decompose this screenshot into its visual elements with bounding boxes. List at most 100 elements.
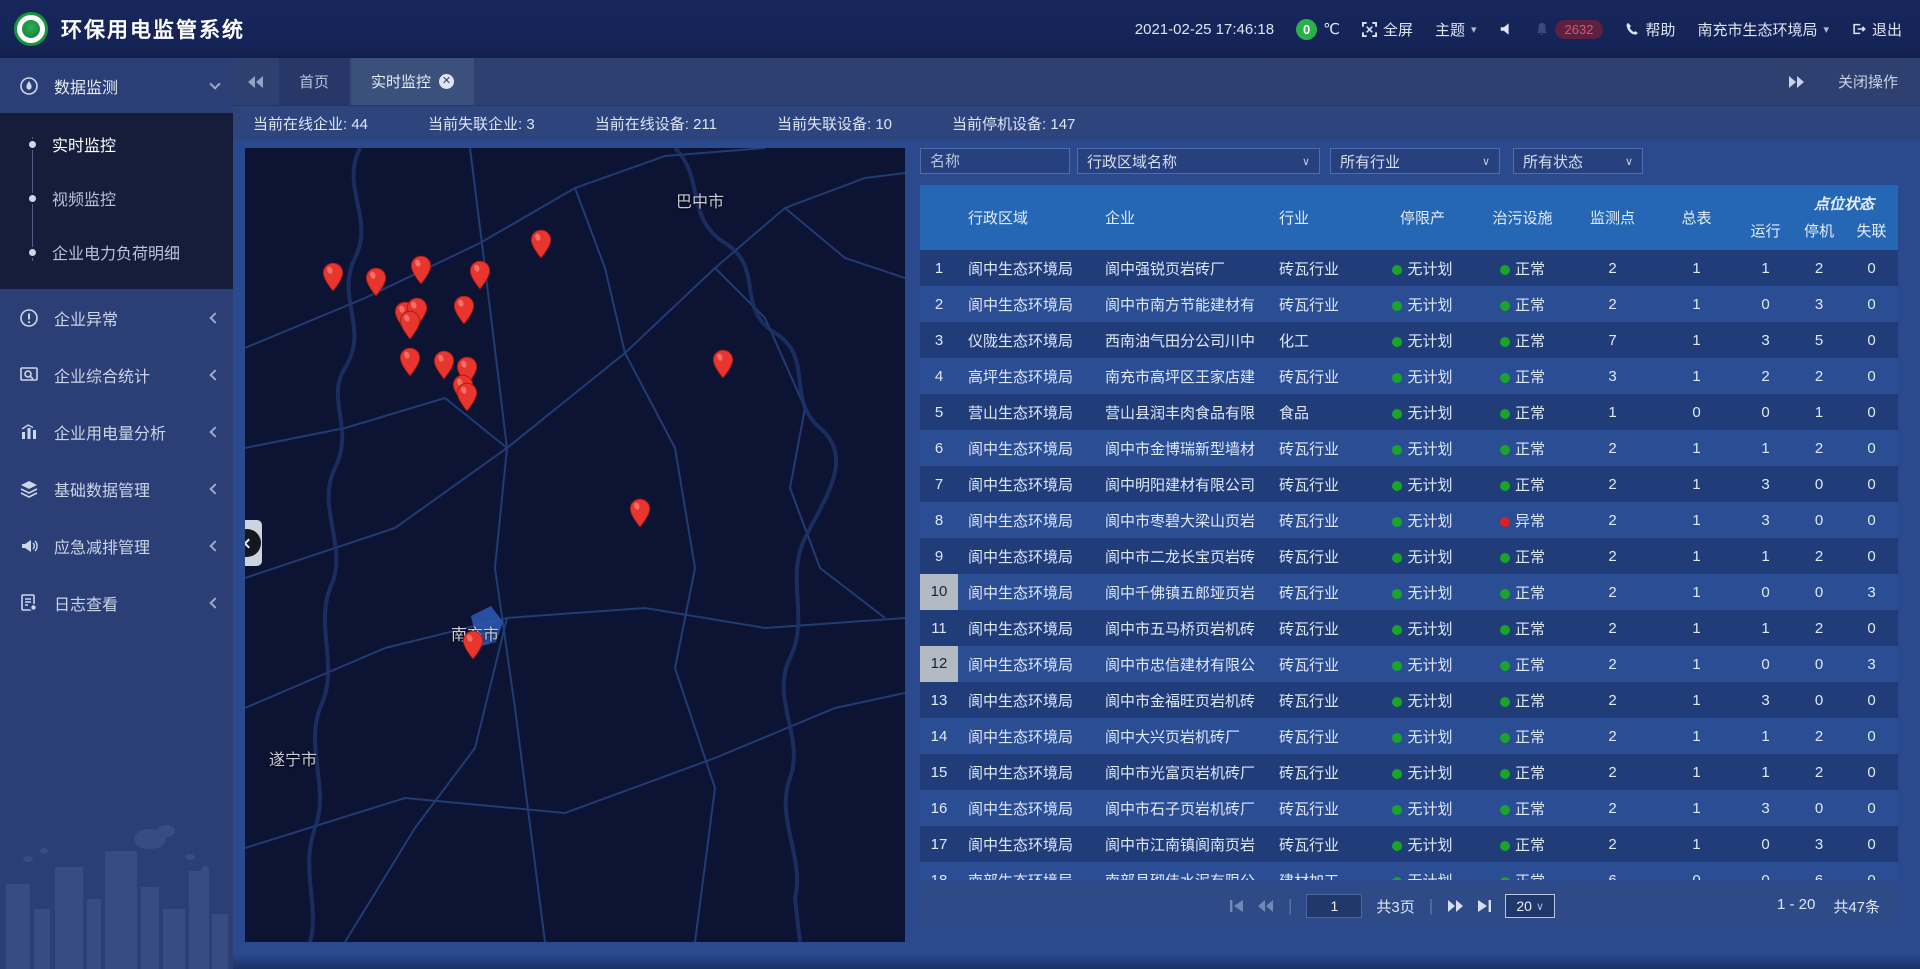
sound-mute-button[interactable] xyxy=(1499,22,1513,36)
tabs-scroll-right-button[interactable] xyxy=(1788,76,1804,88)
stop-production-cell: 无计划 xyxy=(1370,618,1475,639)
disconnected-count-cell: 0 xyxy=(1845,332,1898,349)
status-dot-green xyxy=(1392,697,1402,707)
table-row[interactable]: 13阆中生态环境局阆中市金福旺页岩机砖砖瓦行业无计划正常21300 xyxy=(920,682,1898,718)
status-dot-green xyxy=(1392,805,1402,815)
page-number-input[interactable] xyxy=(1306,894,1362,918)
sidebar-item-enterprise-statistics[interactable]: 企业综合统计 xyxy=(0,346,233,403)
table-row[interactable]: 3仪陇生态环境局西南油气田分公司川中化工无计划正常71350 xyxy=(920,322,1898,358)
map-pin[interactable] xyxy=(322,262,344,292)
org-dropdown[interactable]: 南充市生态环境局▾ xyxy=(1697,19,1829,40)
stop-production-cell: 无计划 xyxy=(1370,474,1475,495)
table-row[interactable]: 14阆中生态环境局阆中大兴页岩机砖厂砖瓦行业无计划正常21120 xyxy=(920,718,1898,754)
sidebar-subitem-realtime-monitoring[interactable]: 实时监控 xyxy=(0,117,233,171)
col-running: 运行 xyxy=(1738,220,1793,241)
industry-cell: 砖瓦行业 xyxy=(1275,618,1370,639)
help-button[interactable]: 帮助 xyxy=(1625,19,1675,40)
tab-home[interactable]: 首页 xyxy=(279,58,349,105)
table-row[interactable]: 16阆中生态环境局阆中市石子页岩机砖厂砖瓦行业无计划正常21300 xyxy=(920,790,1898,826)
table-row[interactable]: 15阆中生态环境局阆中市光富页岩机砖厂砖瓦行业无计划正常21120 xyxy=(920,754,1898,790)
map-pin[interactable] xyxy=(469,260,491,290)
pollution-facility-cell: 正常 xyxy=(1475,474,1570,495)
first-page-button[interactable] xyxy=(1230,900,1244,912)
map-pin[interactable] xyxy=(365,267,387,297)
table-row[interactable]: 10阆中生态环境局阆中千佛镇五郎垭页岩砖瓦行业无计划正常21003 xyxy=(920,574,1898,610)
stopped-count-cell: 0 xyxy=(1793,656,1845,673)
map-collapse-handle[interactable] xyxy=(245,520,262,566)
last-page-button[interactable] xyxy=(1477,900,1491,912)
next-page-button[interactable] xyxy=(1447,900,1463,912)
pollution-facility-cell: 正常 xyxy=(1475,546,1570,567)
close-icon[interactable]: ✕ xyxy=(439,74,454,89)
row-number-cell: 15 xyxy=(920,764,958,781)
map-pin[interactable] xyxy=(629,498,651,528)
sidebar-subitem-power-load-detail[interactable]: 企业电力负荷明细 xyxy=(0,225,233,279)
map-pin[interactable] xyxy=(399,310,421,340)
close-operations-button[interactable]: 关闭操作 xyxy=(1838,71,1898,92)
sidebar-item-emergency-reduction[interactable]: 应急减排管理 xyxy=(0,517,233,574)
sidebar-subitem-video-monitoring[interactable]: 视频监控 xyxy=(0,171,233,225)
table-row[interactable]: 12阆中生态环境局阆中市忠信建材有限公砖瓦行业无计划正常21003 xyxy=(920,646,1898,682)
fullscreen-button[interactable]: 全屏 xyxy=(1362,19,1413,40)
table-row[interactable]: 7阆中生态环境局阆中明阳建材有限公司砖瓦行业无计划正常21300 xyxy=(920,466,1898,502)
table-row[interactable]: 4高坪生态环境局南充市高坪区王家店建砖瓦行业无计划正常31220 xyxy=(920,358,1898,394)
table-row[interactable]: 1阆中生态环境局阆中强锐页岩砖厂砖瓦行业无计划正常21120 xyxy=(920,250,1898,286)
status-dot-green xyxy=(1392,625,1402,635)
sidebar-item-log-view[interactable]: 日志查看 xyxy=(0,574,233,631)
chevron-down-icon: ∨ xyxy=(1625,155,1633,168)
monitor-points-cell: 2 xyxy=(1570,836,1655,853)
tab-bar: 首页 实时监控 ✕ 关闭操作 xyxy=(233,58,1920,105)
status-dot-green xyxy=(1500,805,1510,815)
collapse-left-icon[interactable] xyxy=(245,529,261,557)
status-filter-select[interactable]: 所有状态∨ xyxy=(1513,148,1643,174)
pollution-facility-cell: 异常 xyxy=(1475,510,1570,531)
tabs-scroll-left-button[interactable] xyxy=(233,58,279,105)
enterprise-table-panel: 行政区域名称∨ 所有行业∨ 所有状态∨ 行政区域 企业 行业 停限产 治污设施 … xyxy=(920,148,1898,926)
map-pin[interactable] xyxy=(410,255,432,285)
pollution-facility-cell: 正常 xyxy=(1475,258,1570,279)
industry-filter-select[interactable]: 所有行业∨ xyxy=(1330,148,1500,174)
running-count-cell: 3 xyxy=(1738,692,1793,709)
status-dot-green xyxy=(1392,337,1402,347)
map-pin[interactable] xyxy=(530,229,552,259)
sidebar-item-base-data[interactable]: 基础数据管理 xyxy=(0,460,233,517)
logout-button[interactable]: 退出 xyxy=(1851,19,1902,40)
table-row[interactable]: 18南部生态环境局南部县砌伟水泥有限公建材加工无计划正常60060 xyxy=(920,862,1898,880)
notification-area[interactable]: 2632 xyxy=(1535,20,1604,39)
theme-dropdown[interactable]: 主题▾ xyxy=(1435,19,1477,40)
sidebar-item-label: 日志查看 xyxy=(54,591,211,615)
table-row[interactable]: 2阆中生态环境局阆中市南方节能建材有砖瓦行业无计划正常21030 xyxy=(920,286,1898,322)
previous-page-button[interactable] xyxy=(1258,900,1274,912)
table-row[interactable]: 6阆中生态环境局阆中市金博瑞新型墙材砖瓦行业无计划正常21120 xyxy=(920,430,1898,466)
stat-online-devices: 当前在线设备: 211 xyxy=(595,113,717,134)
stopped-count-cell: 5 xyxy=(1793,332,1845,349)
disconnected-count-cell: 0 xyxy=(1845,620,1898,637)
sidebar-item-data-monitoring[interactable]: 数据监测 xyxy=(0,58,233,113)
region-filter-select[interactable]: 行政区域名称∨ xyxy=(1077,148,1320,174)
map-pin[interactable] xyxy=(456,382,478,412)
map-pin[interactable] xyxy=(712,349,734,379)
status-dot-green xyxy=(1500,589,1510,599)
total-meter-cell: 1 xyxy=(1655,800,1738,817)
total-meter-cell: 1 xyxy=(1655,656,1738,673)
stopped-count-cell: 0 xyxy=(1793,800,1845,817)
name-filter-input[interactable] xyxy=(930,153,1060,170)
table-row[interactable]: 11阆中生态环境局阆中市五马桥页岩机砖砖瓦行业无计划正常21120 xyxy=(920,610,1898,646)
stop-production-cell: 无计划 xyxy=(1370,330,1475,351)
sidebar-item-power-analysis[interactable]: 企业用电量分析 xyxy=(0,403,233,460)
status-dot-green xyxy=(1500,769,1510,779)
map-panel[interactable]: 巴中市 南充市 遂宁市 xyxy=(245,148,905,942)
region-cell: 阆中生态环境局 xyxy=(958,654,1095,675)
table-row[interactable]: 5营山生态环境局营山县润丰肉食品有限食品无计划正常10010 xyxy=(920,394,1898,430)
tab-realtime-monitoring[interactable]: 实时监控 ✕ xyxy=(351,58,474,105)
monitor-points-cell: 2 xyxy=(1570,692,1655,709)
table-row[interactable]: 17阆中生态环境局阆中市江南镇阆南页岩砖瓦行业无计划正常21030 xyxy=(920,826,1898,862)
sidebar-item-enterprise-abnormal[interactable]: 企业异常 xyxy=(0,289,233,346)
map-pin[interactable] xyxy=(399,347,421,377)
map-pin[interactable] xyxy=(453,295,475,325)
map-pin[interactable] xyxy=(462,630,484,660)
table-row[interactable]: 8阆中生态环境局阆中市枣碧大梁山页岩砖瓦行业无计划异常21300 xyxy=(920,502,1898,538)
page-size-select[interactable]: 20∨ xyxy=(1505,894,1555,918)
table-row[interactable]: 9阆中生态环境局阆中市二龙长宝页岩砖砖瓦行业无计划正常21120 xyxy=(920,538,1898,574)
col-stopped: 停机 xyxy=(1793,220,1845,241)
